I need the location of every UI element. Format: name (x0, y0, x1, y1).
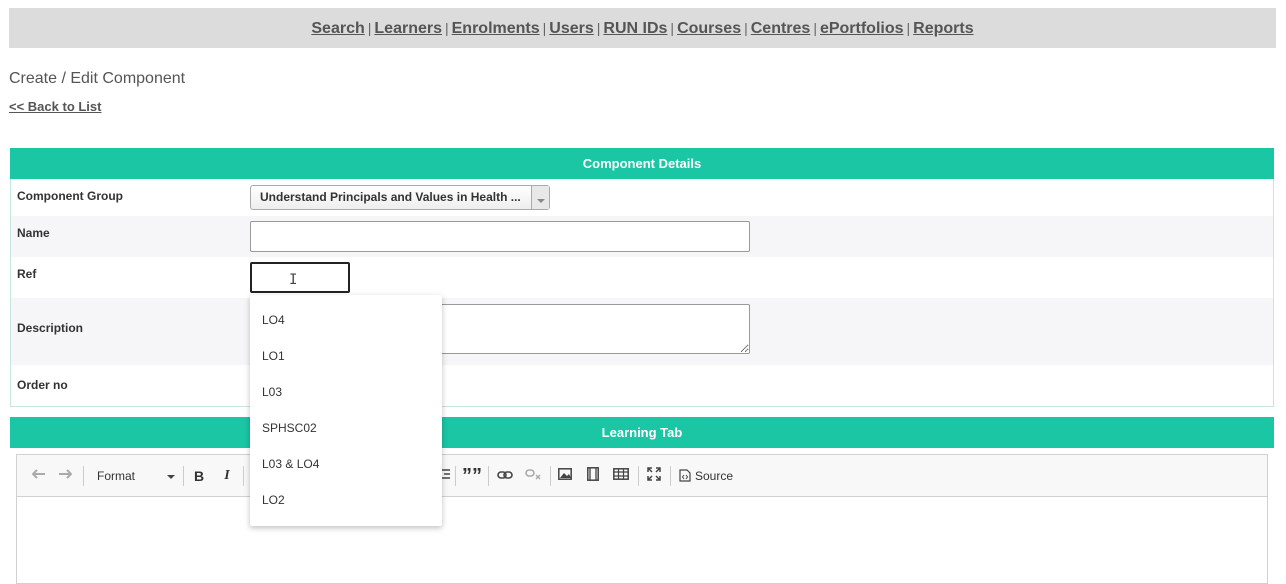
nav-separator: | (367, 20, 372, 36)
nav-separator: | (670, 20, 675, 36)
toolbar-divider (550, 466, 551, 486)
rich-text-editor[interactable]: Format B I ”” Source (16, 454, 1268, 584)
toolbar-divider (243, 466, 244, 486)
component-group-row: Component Group Understand Principals an… (11, 179, 1273, 216)
nav-separator: | (906, 20, 911, 36)
description-row: Description (11, 298, 1273, 365)
source-button[interactable]: Source (679, 467, 739, 485)
caret-down-icon (167, 475, 175, 483)
editor-toolbar: Format B I ”” Source (17, 455, 1267, 497)
nav-run-ids[interactable]: RUN IDs (603, 20, 667, 37)
table-icon[interactable] (612, 467, 630, 485)
link-icon[interactable] (496, 467, 514, 485)
name-label: Name (17, 226, 50, 240)
nav-courses[interactable]: Courses (677, 20, 741, 37)
nav-separator: | (596, 20, 601, 36)
ref-autocomplete-dropdown: LO4 LO1 L03 SPHSC02 L03 & LO4 LO2 (250, 295, 442, 526)
blockquote-button[interactable]: ”” (462, 466, 482, 486)
undo-icon[interactable] (31, 467, 47, 485)
autocomplete-option[interactable]: L03 & LO4 (250, 446, 442, 482)
maximize-icon[interactable] (646, 467, 662, 485)
image-icon[interactable] (557, 467, 573, 485)
nav-search[interactable]: Search (311, 20, 364, 37)
page-title: Create / Edit Component (9, 70, 186, 87)
format-label: Format (97, 469, 136, 483)
description-label: Description (17, 321, 84, 335)
redo-icon[interactable] (57, 467, 73, 485)
unlink-icon[interactable] (524, 467, 542, 485)
toolbar-divider (183, 466, 184, 486)
nav-separator: | (744, 20, 748, 36)
toolbar-divider (83, 466, 84, 486)
nav-separator: | (813, 20, 817, 36)
source-label: Source (695, 469, 734, 483)
video-icon[interactable] (585, 467, 601, 485)
autocomplete-option[interactable]: LO1 (250, 338, 442, 374)
bold-button[interactable]: B (191, 467, 207, 485)
toolbar-divider (638, 466, 639, 486)
component-group-value: Understand Principals and Values in Heal… (260, 190, 521, 204)
back-to-list-link[interactable]: << Back to List (9, 99, 101, 114)
chevron-down-icon[interactable] (531, 186, 549, 209)
toolbar-divider (455, 466, 456, 486)
nav-learners[interactable]: Learners (374, 20, 442, 37)
nav-centres[interactable]: Centres (751, 20, 811, 37)
autocomplete-option[interactable]: SPHSC02 (250, 410, 442, 446)
italic-button[interactable]: I (219, 467, 235, 485)
learning-tab-panel: Learning Tab Format B I ”” Source (10, 417, 1274, 584)
learning-tab-header: Learning Tab (10, 417, 1274, 448)
format-dropdown[interactable]: Format (97, 467, 175, 485)
nav-separator: | (444, 20, 449, 36)
autocomplete-option[interactable]: LO4 (250, 302, 442, 338)
toolbar-divider (670, 466, 671, 486)
component-group-select[interactable]: Understand Principals and Values in Heal… (250, 185, 550, 210)
component-details-panel: Component Details Component Group Unders… (10, 148, 1274, 407)
component-group-label: Component Group (17, 189, 123, 203)
order-no-label: Order no (17, 378, 68, 392)
component-details-header: Component Details (10, 148, 1274, 179)
nav-reports[interactable]: Reports (913, 20, 973, 37)
nav-separator: | (542, 20, 547, 36)
autocomplete-option[interactable]: L03 (250, 374, 442, 410)
name-input[interactable] (250, 221, 750, 252)
indent-icon[interactable] (441, 467, 451, 485)
toolbar-divider (488, 466, 489, 486)
ref-row: Ref I (11, 257, 1273, 298)
autocomplete-option[interactable]: LO2 (250, 482, 442, 518)
nav-users[interactable]: Users (549, 20, 593, 37)
name-row: Name (11, 216, 1273, 257)
ref-label: Ref (17, 267, 37, 281)
nav-enrolments[interactable]: Enrolments (452, 20, 540, 37)
top-navigation: Search | Learners | Enrolments | Users | RUN IDs… (9, 8, 1276, 48)
order-no-row: Order no (11, 365, 1273, 406)
ref-input[interactable]: I (250, 262, 350, 293)
text-cursor-icon: I (289, 272, 298, 288)
source-icon (679, 469, 691, 482)
nav-eportfolios[interactable]: ePortfolios (820, 20, 904, 37)
